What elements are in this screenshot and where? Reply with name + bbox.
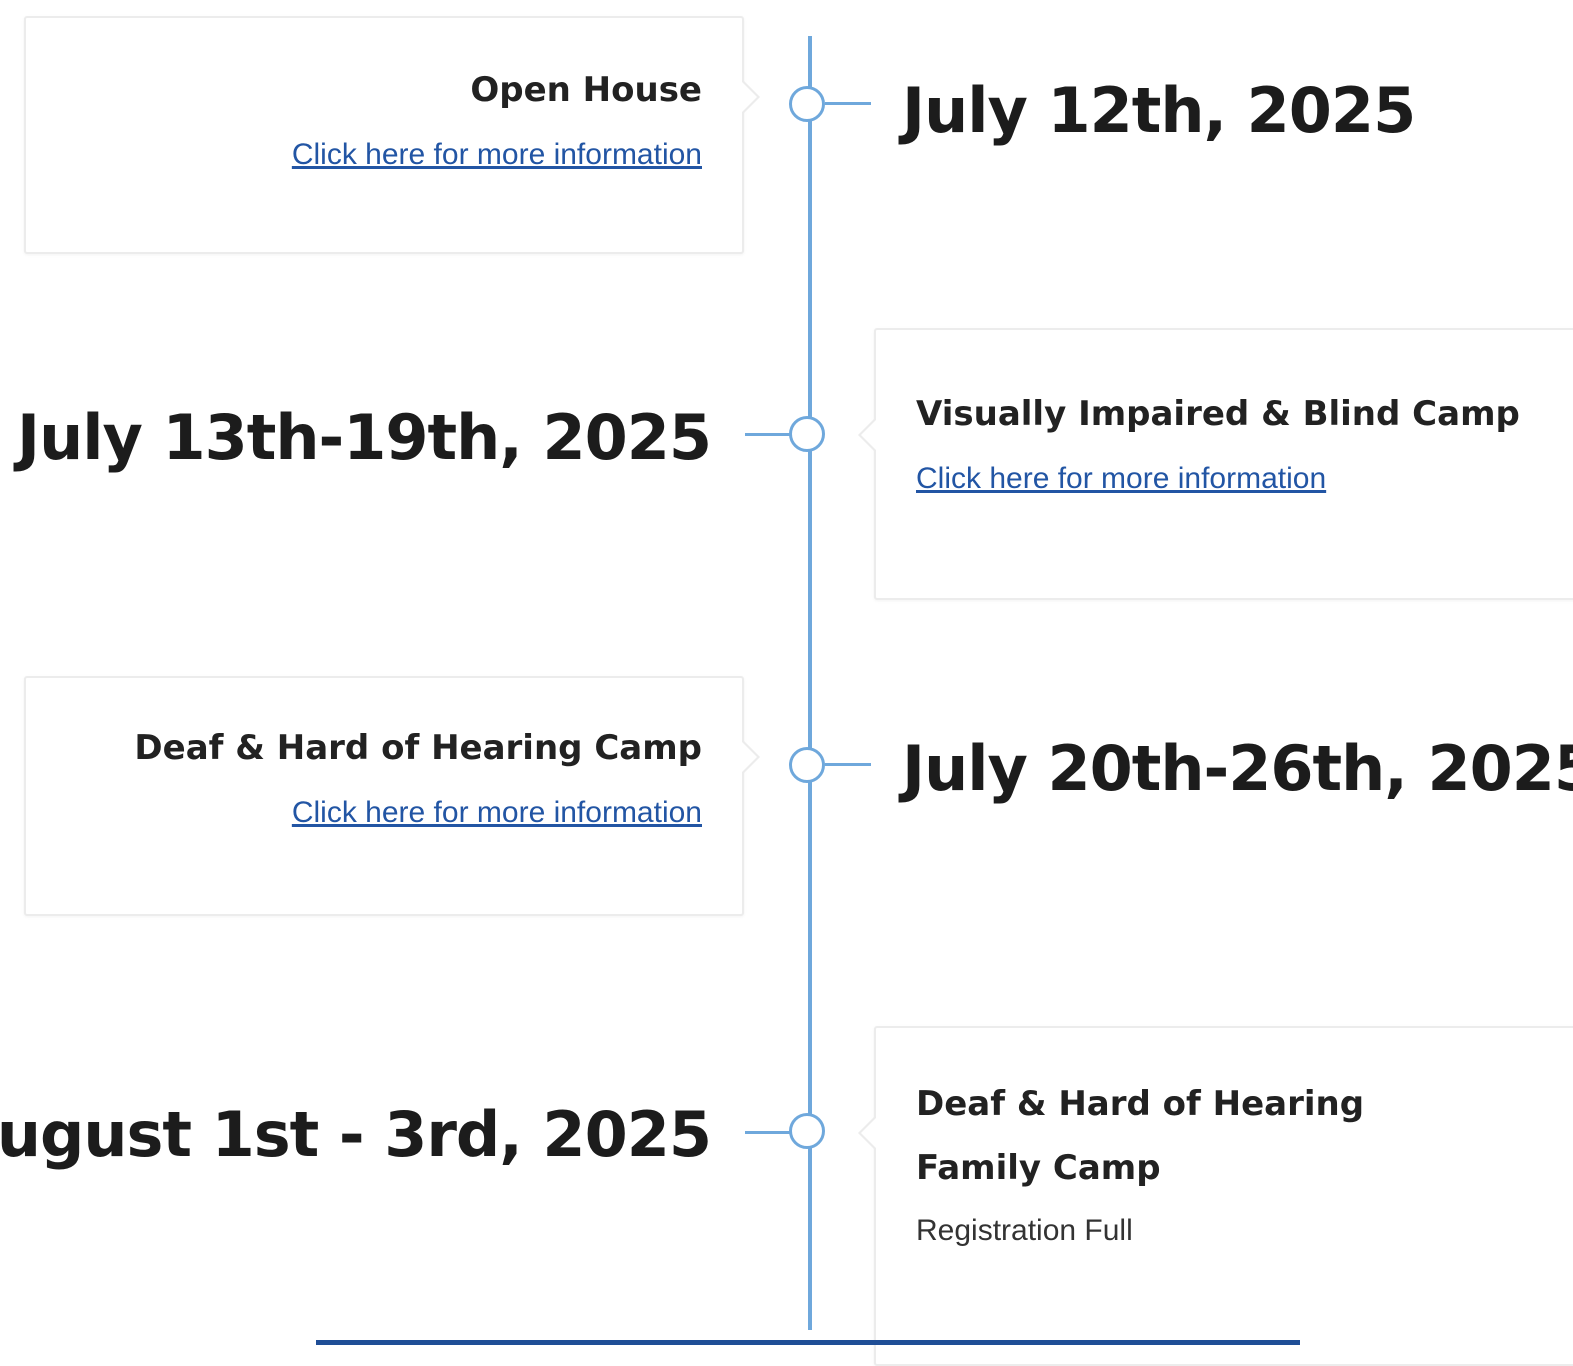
event-date: July 20th-26th, 2025 [902, 732, 1573, 805]
event-card-deaf-hard-of-hearing-family-camp: Deaf & Hard of Hearing Family Camp Regis… [858, 1026, 1573, 1366]
registration-status: Registration Full [916, 1214, 1133, 1247]
event-date: July 13th-19th, 2025 [17, 401, 712, 474]
event-card-deaf-hard-of-hearing-camp: Deaf & Hard of Hearing Camp Click here f… [24, 676, 760, 916]
timeline-connector [745, 1131, 791, 1134]
event-title: Open House [470, 70, 702, 110]
timeline-node [789, 86, 825, 122]
timeline-node [789, 416, 825, 452]
timeline-node [789, 1113, 825, 1149]
more-info-link[interactable]: Click here for more information [292, 796, 702, 830]
event-date: July 12th, 2025 [902, 74, 1416, 147]
event-date: August 1st - 3rd, 2025 [0, 1098, 712, 1171]
timeline-connector [745, 433, 791, 436]
timeline-connector [825, 102, 871, 105]
more-info-link[interactable]: Click here for more information [916, 462, 1326, 496]
timeline-connector [825, 763, 871, 766]
event-card-open-house: Open House Click here for more informati… [24, 16, 760, 254]
more-info-link[interactable]: Click here for more information [292, 138, 702, 172]
timeline-node [789, 747, 825, 783]
event-title: Deaf & Hard of Hearing Camp [134, 728, 702, 768]
event-card-visually-impaired-blind-camp: Visually Impaired & Blind Camp Click her… [858, 328, 1573, 600]
bottom-divider [316, 1340, 1300, 1345]
event-title: Visually Impaired & Blind Camp [916, 394, 1520, 434]
event-title: Deaf & Hard of Hearing Family Camp [916, 1084, 1365, 1188]
